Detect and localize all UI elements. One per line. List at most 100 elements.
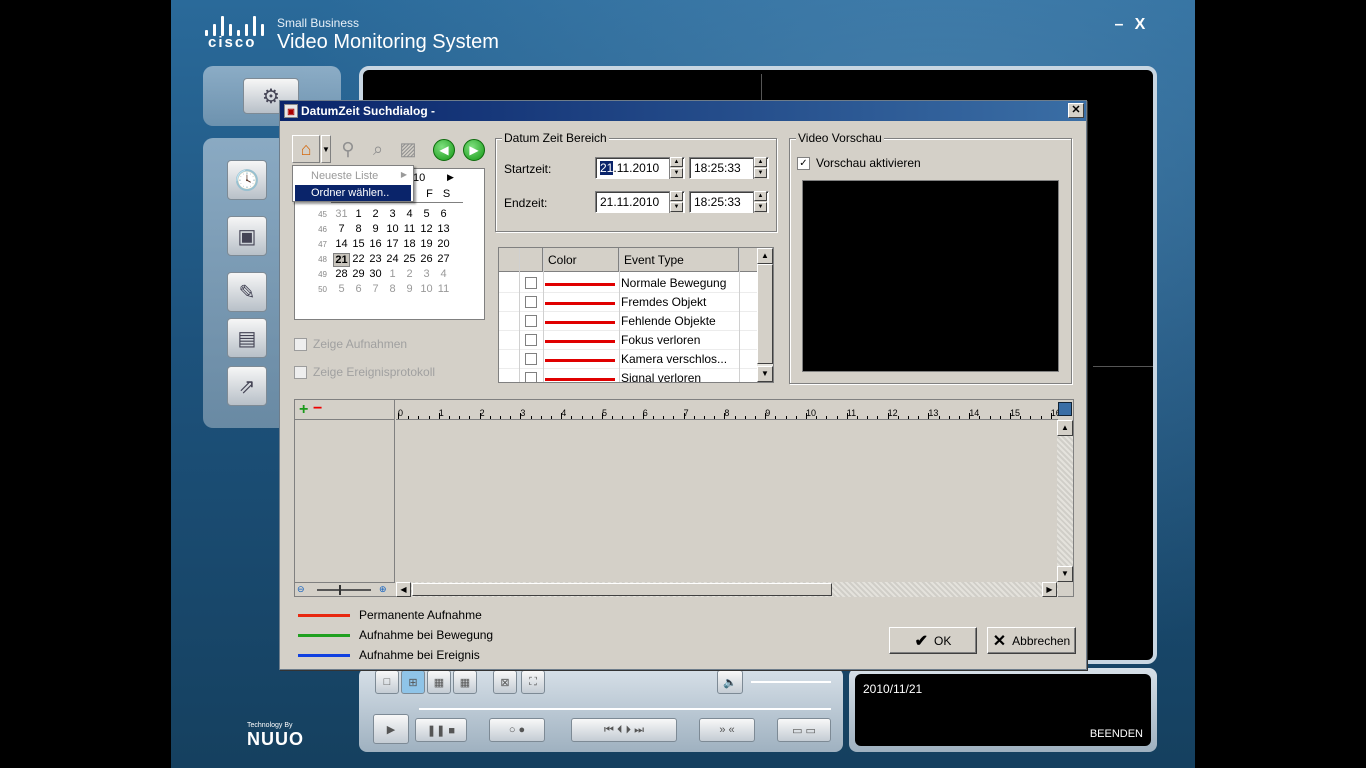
export-button[interactable]: ⇗ [227,366,267,406]
calendar-day[interactable]: 15 [350,238,367,250]
event-checkbox[interactable] [525,296,537,308]
end-time-spinner[interactable]: ▲ ▼ [753,191,767,213]
calendar-day[interactable]: 26 [418,253,435,265]
calendar-day[interactable]: 9 [401,283,418,295]
event-checkbox[interactable] [525,372,537,382]
calendar-day[interactable]: 8 [384,283,401,295]
scroll-down-icon[interactable]: ▼ [757,366,773,382]
calendar-icon[interactable] [1058,402,1072,416]
end-date-spinner[interactable]: ▲ ▼ [669,191,683,213]
timeline-zoom-slider[interactable]: ⊖ ⊕ [295,582,395,597]
calendar-day[interactable]: 14 [333,238,350,250]
record-buttons[interactable]: ○ ● [489,718,545,742]
home-button[interactable]: ⌂ [292,135,320,163]
calendar-day[interactable]: 5 [333,283,350,295]
calendar-day[interactable]: 13 [435,223,452,235]
event-table-row[interactable]: Kamera verschlos... [499,350,759,369]
event-checkbox[interactable] [525,353,537,365]
playback-slider[interactable] [419,708,831,710]
layout-1-button[interactable]: □ [375,670,399,694]
calendar-day[interactable]: 19 [418,238,435,250]
camera-button[interactable]: ▣ [227,216,267,256]
zoom-in-icon[interactable]: ⊕ [379,584,387,595]
ok-button[interactable]: ✔ OK [889,627,977,654]
calendar-day[interactable]: 20 [435,238,452,250]
play-button[interactable]: ▶ [373,714,409,744]
calendar-day[interactable]: 21 [333,253,350,267]
event-type-table[interactable]: Color Event Type Normale Bewegung Fremdes… [498,247,774,383]
calendar-day[interactable]: 27 [435,253,452,265]
scroll-left-icon[interactable]: ◀ [396,582,411,597]
scroll-up-icon[interactable]: ▲ [757,248,773,264]
zoom-out-icon[interactable]: ⊖ [297,584,305,595]
column-header-event-type[interactable]: Event Type [619,248,739,272]
volume-slider[interactable] [751,681,831,683]
start-time-spinner[interactable]: ▲ ▼ [753,157,767,179]
show-recordings-option[interactable]: Zeige Aufnahmen [294,337,407,351]
event-checkbox[interactable] [525,315,537,327]
cancel-button[interactable]: ✕ Abbrechen [987,627,1076,654]
show-event-log-checkbox[interactable] [294,365,307,379]
remove-track-icon[interactable]: − [313,400,322,418]
calendar-day[interactable]: 11 [435,283,452,295]
show-recordings-checkbox[interactable] [294,337,307,351]
event-table-row[interactable]: Normale Bewegung [499,274,759,293]
close-button[interactable]: X [1131,16,1149,34]
export-video-button[interactable]: ▨ [394,135,422,163]
close-view-button[interactable]: ⊠ [493,670,517,694]
column-header-color[interactable]: Color [543,248,619,272]
timeline-vertical-scrollbar[interactable]: ▲ ▼ [1057,420,1073,582]
calendar-day[interactable]: 5 [418,208,435,220]
menu-item-choose-folder[interactable]: Ordner wählen.. [295,185,411,201]
calendar-day[interactable]: 17 [384,238,401,250]
add-track-icon[interactable]: + [299,401,308,419]
speed-buttons[interactable]: » « [699,718,755,742]
next-button[interactable]: ▶ [463,139,485,161]
enable-preview-option[interactable]: ✓ Vorschau aktivieren [797,156,921,170]
calendar-day[interactable]: 3 [418,268,435,280]
event-table-row[interactable]: Fremdes Objekt [499,293,759,312]
scroll-right-icon[interactable]: ▶ [1042,582,1057,597]
calendar-day[interactable]: 24 [384,253,401,265]
calendar-day[interactable]: 8 [350,223,367,235]
calendar-day[interactable]: 18 [401,238,418,250]
calendar-day[interactable]: 16 [367,238,384,250]
scroll-down-icon[interactable]: ▼ [1057,566,1073,582]
calendar-day[interactable]: 4 [435,268,452,280]
calendar-day[interactable]: 22 [350,253,367,265]
enable-preview-checkbox[interactable]: ✓ [797,156,810,170]
calendar-day[interactable]: 9 [367,223,384,235]
home-dropdown-button[interactable]: ▼ [321,135,331,163]
calendar-day[interactable]: 1 [350,208,367,220]
calendar-day[interactable]: 29 [350,268,367,280]
calendar-day[interactable]: 10 [418,283,435,295]
scrollbar-thumb[interactable] [412,583,832,596]
calendar-day[interactable]: 11 [401,223,418,235]
link-button[interactable]: ⚲ [334,135,362,163]
calendar-day[interactable]: 3 [384,208,401,220]
timeline[interactable]: + − 0 1 2 3 4 5 6 7 8 9 10 11 12 13 14 15 16 ▲ ▼ ⊖ ⊕ ◀ ▶ [294,399,1074,597]
calendar-next-icon[interactable]: ▶ [447,172,454,183]
layout-9-button[interactable]: ▦ [427,670,451,694]
event-checkbox[interactable] [525,277,537,289]
calendar-day[interactable]: 7 [367,283,384,295]
dialog-close-button[interactable]: ✕ [1068,103,1084,118]
calendar-day[interactable]: 10 [384,223,401,235]
calendar-day[interactable]: 4 [401,208,418,220]
start-date-spinner[interactable]: ▲ ▼ [669,157,683,179]
timeline-horizontal-scrollbar[interactable]: ◀ ▶ [396,582,1058,597]
scroll-up-icon[interactable]: ▲ [1057,420,1073,436]
calendar-day[interactable]: 31 [333,208,350,220]
extra-buttons[interactable]: ▭ ▭ [777,718,831,742]
calendar-day[interactable]: 23 [367,253,384,265]
event-table-row[interactable]: Signal verloren [499,369,759,382]
seek-buttons[interactable]: ⏮ ⏴ ⏵ ⏭ [571,718,677,742]
show-event-log-option[interactable]: Zeige Ereignisprotokoll [294,365,435,379]
zoom-thumb[interactable] [339,585,341,595]
calendar-day[interactable]: 6 [350,283,367,295]
calendar-day[interactable]: 2 [401,268,418,280]
event-table-row[interactable]: Fokus verloren [499,331,759,350]
calendar-day[interactable]: 25 [401,253,418,265]
layout-16-button[interactable]: ▦ [453,670,477,694]
timeline-ruler[interactable]: 0 1 2 3 4 5 6 7 8 9 10 11 12 13 14 15 16 [396,400,1061,420]
